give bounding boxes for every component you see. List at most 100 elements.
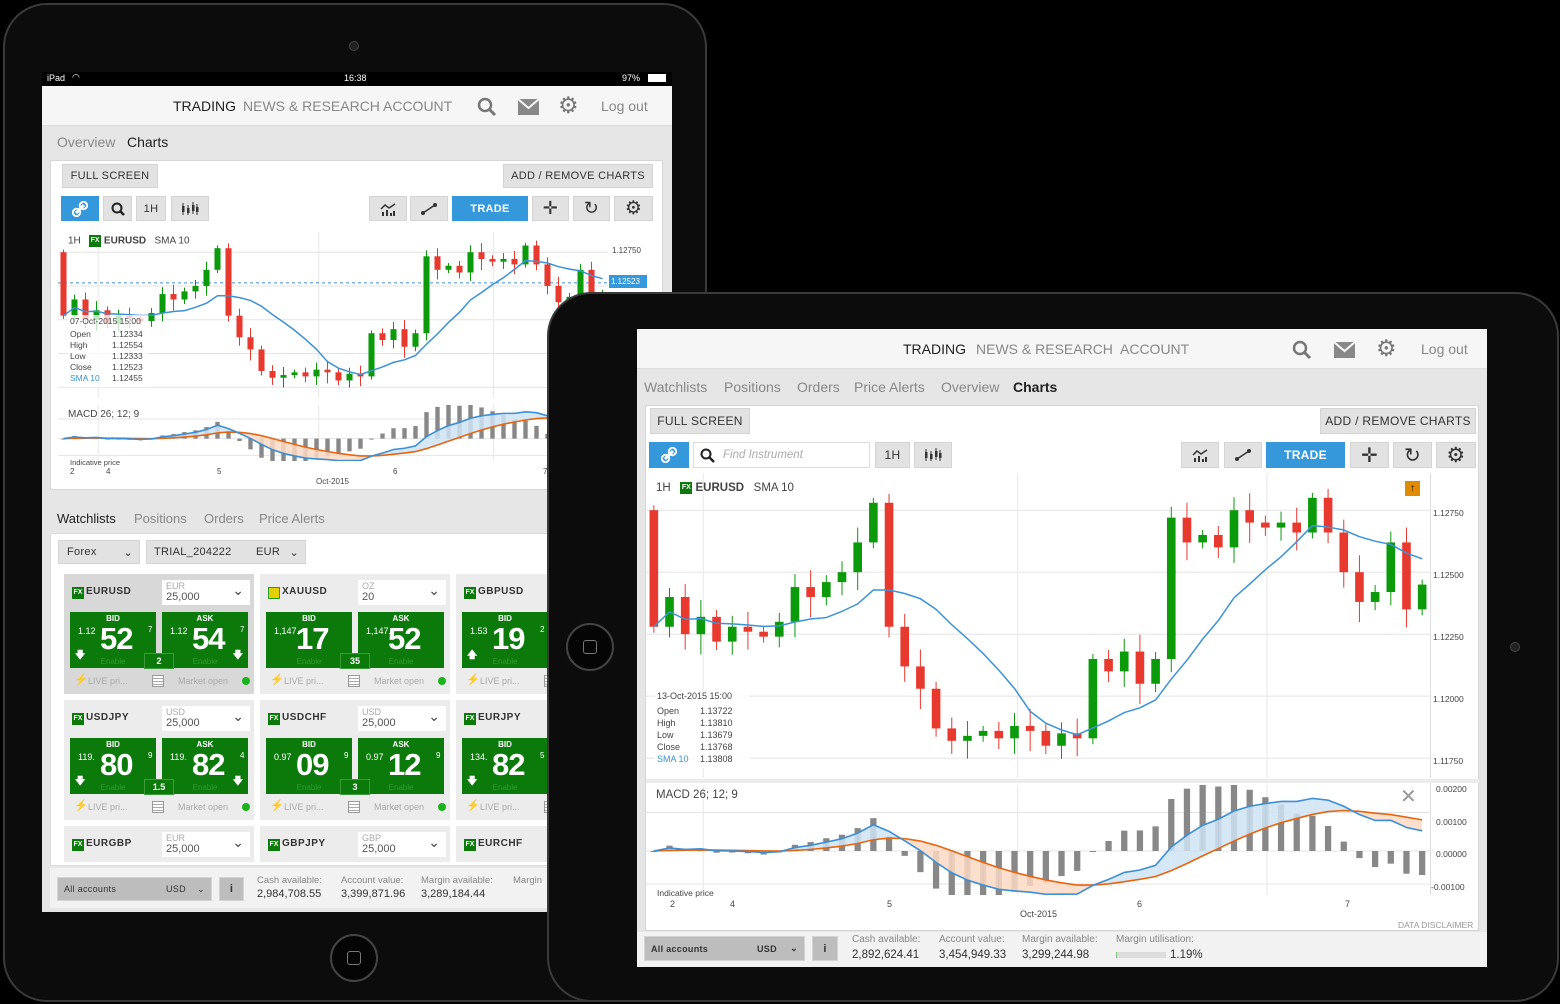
candle (346, 373, 353, 381)
macd-histogram-bar (391, 428, 396, 439)
quantity-select[interactable]: USD 25,000 ⌄ (162, 706, 250, 731)
ask-price-button[interactable] (554, 612, 640, 668)
candlestick-type-button[interactable] (171, 196, 209, 221)
candle (390, 329, 397, 340)
ask-price-button[interactable]: ASK 0.97 12 9 Enable (358, 738, 444, 794)
quantity-select[interactable]: ⌄ (554, 706, 642, 731)
calendar-icon[interactable] (152, 675, 164, 687)
candle (236, 315, 243, 338)
fx-icon: FX (89, 235, 102, 247)
quantity-select[interactable]: EUR 25,000 ⌄ (162, 580, 250, 605)
info-value: 1.12523 (112, 362, 143, 372)
gear-icon[interactable]: ⚙ (558, 92, 579, 119)
watchlist-tile[interactable]: FX EURGBP EUR 25,000 ⌄ (64, 826, 254, 862)
account-select[interactable]: TRIAL_204222 EUR ⌄ (146, 540, 306, 564)
candle (280, 375, 287, 378)
device-name: iPad (47, 73, 66, 83)
watchlist-tile[interactable]: FX USDJPY USD 25,000 ⌄ BID 119. 80 9 Enab… (64, 700, 254, 820)
macd-histogram-bar (589, 438, 594, 451)
nav-trading[interactable]: TRADING (173, 98, 236, 114)
nav-account[interactable]: ACCOUNT (383, 98, 452, 114)
tile-symbol: EURJPY (478, 712, 522, 723)
watchlist-tile[interactable]: FX EURJPY ⌄ BID 134. 82 5 Enable 🡇 ⚡ LIVE … (456, 700, 646, 820)
tab-orders[interactable]: Orders (204, 511, 244, 526)
bid-price-button[interactable]: BID 1.53 19 2 Enable 🡅 (462, 612, 548, 668)
tab-price-alerts[interactable]: Price Alerts (259, 511, 325, 526)
trade-button[interactable]: TRADE (452, 196, 528, 221)
chart-settings-button[interactable]: ⚙ (614, 196, 653, 221)
candle (159, 294, 166, 313)
price-fraction: 2 (540, 625, 545, 634)
tile-symbol: GBPJPY (282, 838, 326, 849)
market-status: Market open (570, 676, 621, 686)
chevron-down-icon: ⌄ (428, 582, 440, 598)
ask-price-button[interactable] (554, 738, 640, 794)
watchlist-tile[interactable]: FX EURCHF ⌄ (456, 826, 646, 862)
logout-link[interactable]: Log out (601, 98, 648, 114)
home-button[interactable] (330, 934, 378, 982)
spread-badge: 3 (340, 779, 370, 795)
link-button[interactable] (61, 196, 99, 221)
watchlist-tile[interactable]: FX USDCHF USD 25,000 ⌄ BID 0.97 09 9 Enab… (260, 700, 450, 820)
indicative-price-label: Indicative price (70, 458, 121, 467)
draw-line-button[interactable] (410, 196, 448, 221)
chevron-down-icon: ⌄ (123, 546, 133, 559)
search-button[interactable] (103, 196, 132, 221)
quantity-value: 25,000 (362, 843, 396, 855)
quantity-select[interactable]: GBP 25,000 ⌄ (358, 832, 446, 857)
calendar-icon[interactable] (152, 801, 164, 813)
live-price-label[interactable]: LIVE pri... (284, 676, 324, 686)
info-button[interactable]: i (219, 877, 244, 901)
live-price-label[interactable]: LIVE pri... (88, 802, 128, 812)
market-open-dot (242, 677, 250, 685)
nav-news-research[interactable]: NEWS & RESEARCH (243, 98, 380, 114)
refresh-button[interactable]: ↻ (573, 196, 610, 221)
live-price-label[interactable]: LIVE pri... (284, 802, 324, 812)
live-price-label[interactable]: LIVE pri... (480, 802, 520, 812)
watchlist-tile[interactable]: FX GBPUSD ⌄ BID 1.53 19 2 Enable 🡅 ⚡ LIVE … (456, 574, 646, 694)
bid-price-button[interactable]: BID 134. 82 5 Enable 🡇 (462, 738, 548, 794)
x-tick: 4 (106, 467, 111, 476)
search-icon[interactable] (477, 97, 497, 117)
watchlist-tile[interactable]: FX GBPJPY GBP 25,000 ⌄ (260, 826, 450, 862)
lightning-icon: ⚡ (74, 674, 88, 686)
watchlist-tile[interactable]: FX EURUSD EUR 25,000 ⌄ BID 1.12 52 7 Enab… (64, 574, 254, 694)
quantity-select[interactable]: ⌄ (554, 832, 642, 857)
add-remove-charts-button[interactable]: ADD / REMOVE CHARTS (503, 164, 653, 188)
candle (467, 252, 474, 273)
accounts-select[interactable]: All accounts USD ⌄ (57, 877, 212, 901)
ask-price-button[interactable]: ASK 1,147. 52 Enable (358, 612, 444, 668)
gear-icon: ⚙ (624, 198, 643, 219)
tab-watchlists[interactable]: Watchlists (57, 511, 116, 526)
quantity-select[interactable]: USD 25,000 ⌄ (358, 706, 446, 731)
live-price-label[interactable]: LIVE pri... (88, 676, 128, 686)
watchlist-tile[interactable]: XAUUSD OZ 20 ⌄ BID 1,147. 17 Enable ASK … (260, 574, 450, 694)
calendar-icon[interactable] (348, 801, 360, 813)
live-price-label[interactable]: LIVE pri... (480, 676, 520, 686)
price-prefix: 119. (170, 752, 187, 762)
calendar-icon[interactable] (544, 801, 556, 813)
ohlc-info: 07-Oct-2015 15:00 Open 1.12334 High 1.125… (68, 315, 148, 387)
mail-icon[interactable] (518, 99, 539, 115)
macd-histogram-bar (567, 438, 572, 447)
full-screen-button[interactable]: FULL SCREEN (62, 164, 158, 188)
lightning-icon: ⚡ (466, 674, 480, 686)
quantity-select[interactable]: EUR 25,000 ⌄ (162, 832, 250, 857)
battery-percent: 97% (622, 73, 641, 83)
quantity-value: 25,000 (166, 843, 200, 855)
quantity-select[interactable]: OZ 20 ⌄ (358, 580, 446, 605)
calendar-icon[interactable] (544, 675, 556, 687)
ask-price-button[interactable]: ASK 1.12 54 7 Enable 🡇 (162, 612, 248, 668)
subtab-charts[interactable]: Charts (127, 134, 168, 150)
instrument-filter-select[interactable]: Forex ⌄ (58, 540, 140, 564)
indicators-button[interactable] (369, 196, 407, 221)
tile-symbol: EURGBP (86, 838, 132, 849)
interval-button[interactable]: 1H (136, 196, 166, 221)
quantity-select[interactable]: ⌄ (554, 580, 642, 605)
subtab-overview[interactable]: Overview (57, 134, 115, 150)
calendar-icon[interactable] (348, 675, 360, 687)
crosshair-button[interactable]: ✛ (532, 196, 569, 221)
ask-price-button[interactable]: ASK 119. 82 4 Enable 🡇 (162, 738, 248, 794)
candle (500, 258, 507, 262)
tab-positions[interactable]: Positions (134, 511, 187, 526)
